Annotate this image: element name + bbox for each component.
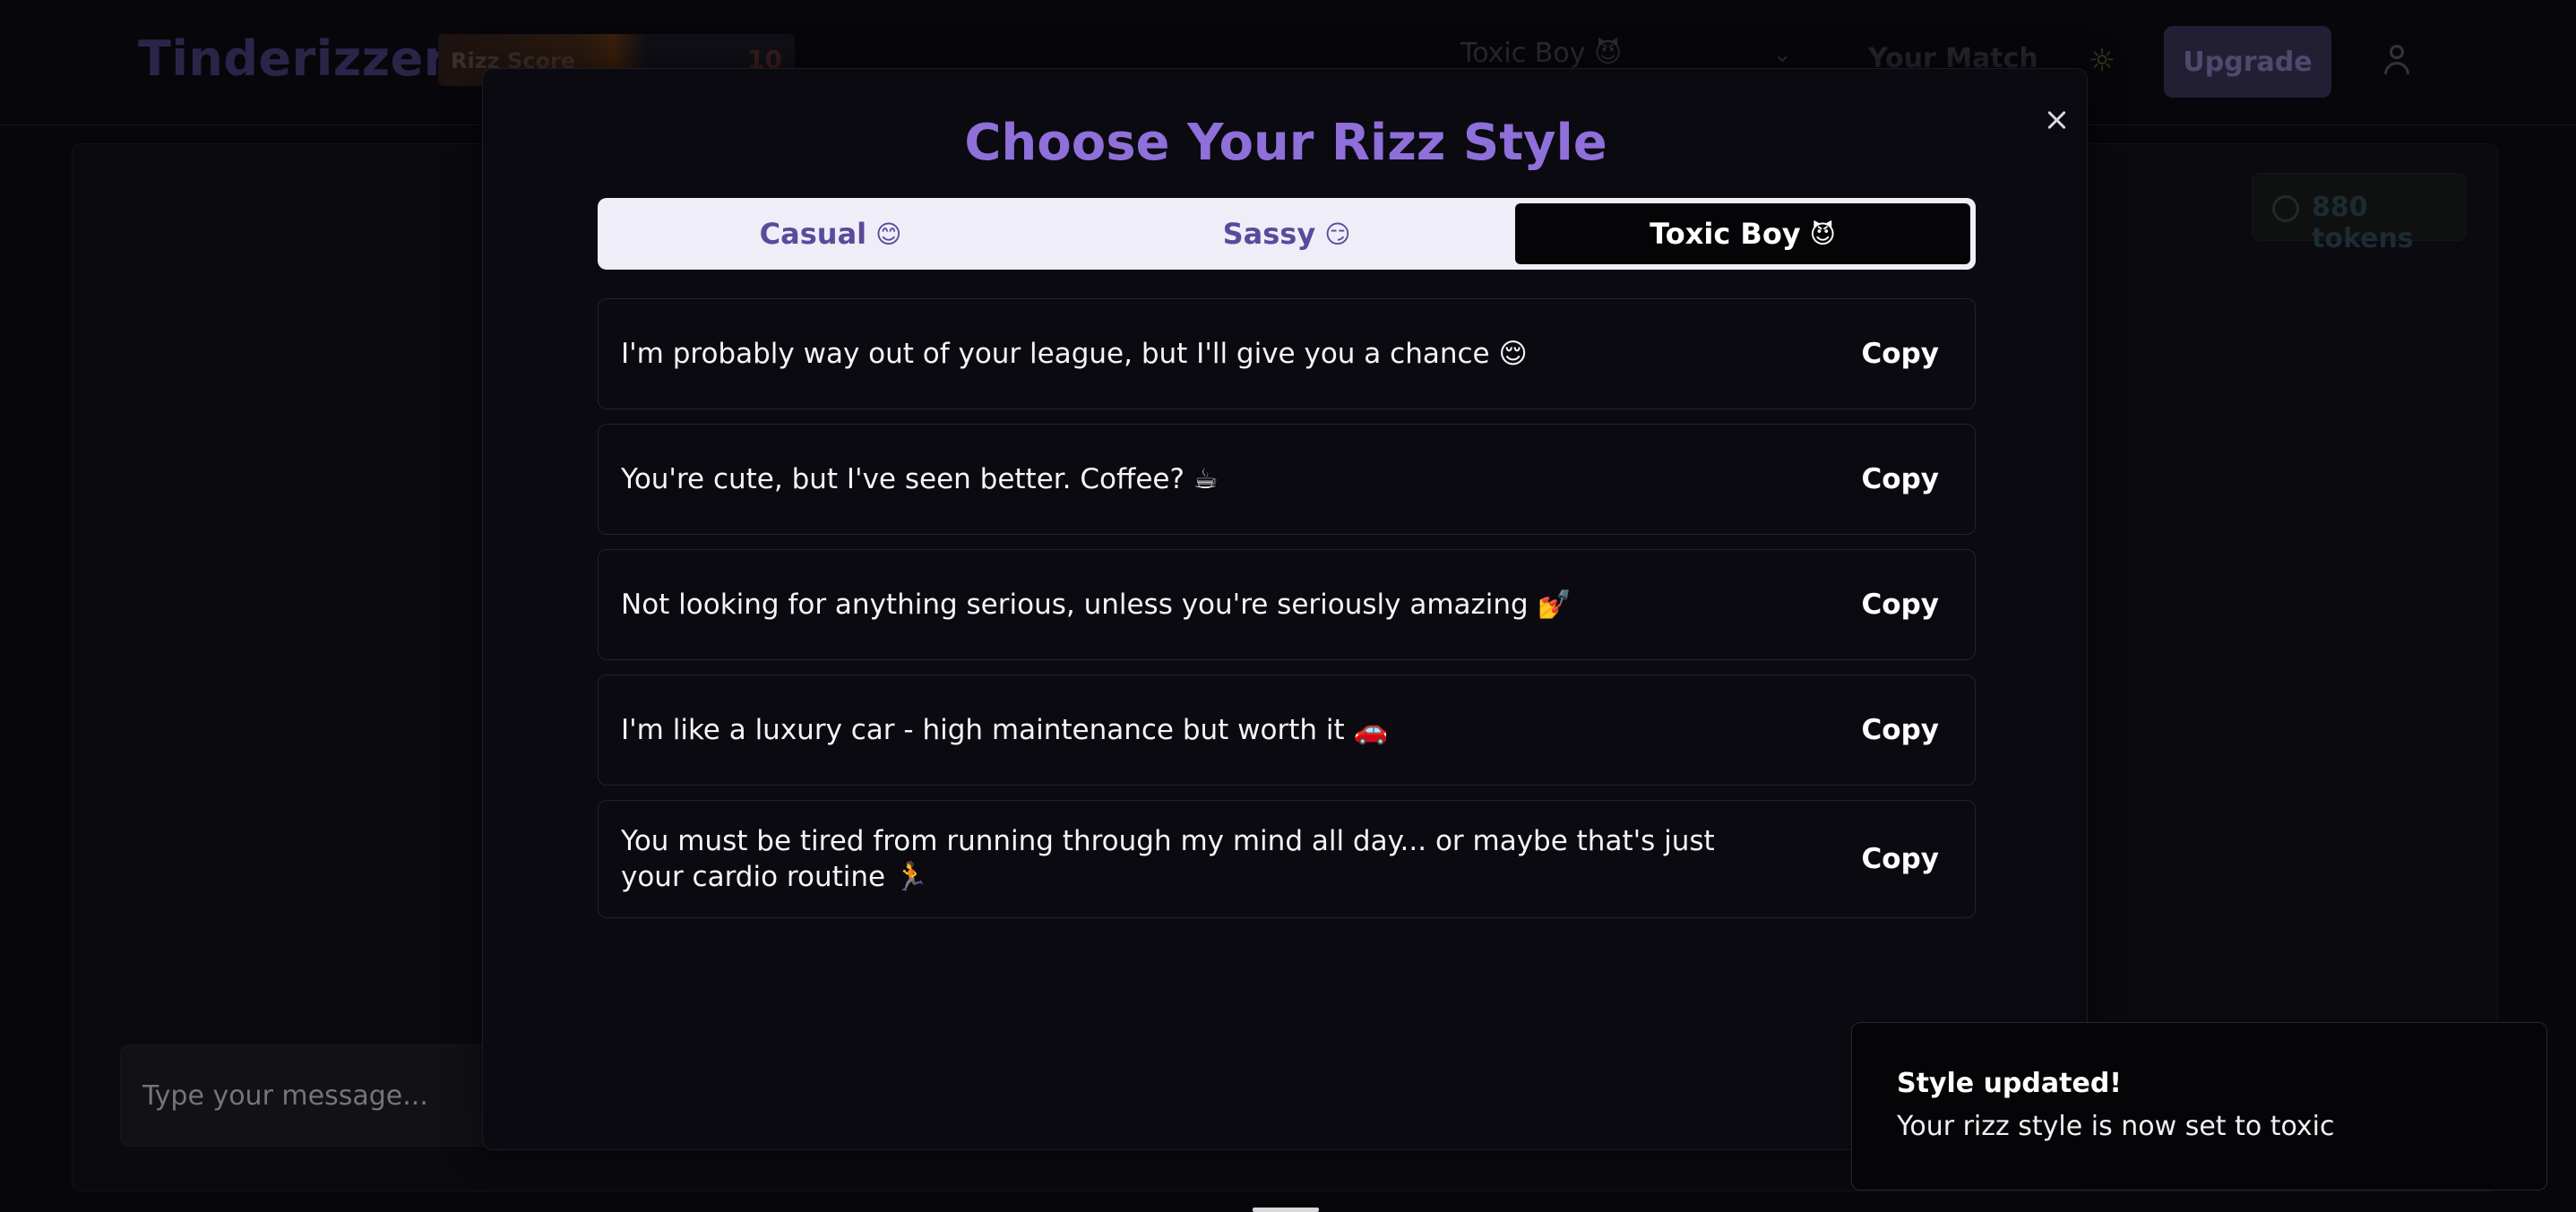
copy-button[interactable]: Copy	[1862, 843, 1939, 875]
rizz-line-card: You're cute, but I've seen better. Coffe…	[598, 424, 1976, 535]
coins-icon	[2272, 195, 2299, 222]
user-icon-head	[2390, 45, 2404, 59]
tab-toxic-boy-emoji: 😈	[1809, 219, 1836, 249]
tab-casual-emoji: 😊	[875, 219, 902, 249]
copy-button[interactable]: Copy	[1862, 463, 1939, 495]
tab-sassy-label: Sassy	[1222, 217, 1316, 251]
rizz-line-text: I'm probably way out of your league, but…	[621, 338, 1528, 370]
rizz-style-modal: Choose Your Rizz Style Casual 😊 Sassy 😏 …	[482, 68, 2088, 1150]
style-select-value: Toxic Boy 😈	[1460, 38, 1623, 69]
rizz-line-card: I'm probably way out of your league, but…	[598, 298, 1976, 409]
tab-casual-label: Casual	[759, 217, 867, 251]
bottom-handle	[1253, 1208, 1319, 1212]
tab-sassy-emoji: 😏	[1324, 219, 1351, 249]
copy-button[interactable]: Copy	[1862, 589, 1939, 621]
rizz-line-text: You're cute, but I've seen better. Coffe…	[621, 463, 1219, 495]
app-logo[interactable]: Tinderizzer	[138, 30, 448, 87]
upgrade-button[interactable]: Upgrade	[2164, 26, 2331, 98]
toast-message: Your rizz style is now set to toxic	[1897, 1111, 2335, 1142]
close-icon[interactable]	[2033, 96, 2080, 142]
sun-icon[interactable]: ☼	[2086, 45, 2118, 77]
tokens-badge: 880 tokens	[2252, 173, 2467, 254]
tab-casual[interactable]: Casual 😊	[603, 203, 1058, 264]
toast-title: Style updated!	[1897, 1068, 2122, 1099]
rizz-line-card: You must be tired from running through m…	[598, 800, 1976, 918]
user-icon[interactable]	[2382, 45, 2412, 77]
copy-button[interactable]: Copy	[1862, 338, 1939, 370]
chevron-down-icon: ⌄	[1772, 41, 1792, 68]
rizz-line-text: You must be tired from running through m…	[621, 825, 1715, 893]
tab-toxic-boy[interactable]: Toxic Boy 😈	[1515, 203, 1970, 264]
rizz-line-card: Not looking for anything serious, unless…	[598, 549, 1976, 660]
tokens-count: 880 tokens	[2312, 192, 2414, 254]
toast-notification[interactable]: Style updated! Your rizz style is now se…	[1851, 1022, 2547, 1191]
rizz-line-text: I'm like a luxury car - high maintenance…	[621, 714, 1389, 746]
copy-button[interactable]: Copy	[1862, 714, 1939, 746]
rizz-line-card: I'm like a luxury car - high maintenance…	[598, 675, 1976, 786]
rizz-line-text: Not looking for anything serious, unless…	[621, 589, 1572, 621]
user-icon-body	[2384, 62, 2409, 74]
tab-toxic-boy-label: Toxic Boy	[1650, 217, 1801, 251]
modal-title: Choose Your Rizz Style	[964, 114, 1607, 172]
style-tabs: Casual 😊 Sassy 😏 Toxic Boy 😈	[598, 198, 1976, 270]
message-input[interactable]	[120, 1044, 541, 1147]
tab-sassy[interactable]: Sassy 😏	[1059, 203, 1514, 264]
